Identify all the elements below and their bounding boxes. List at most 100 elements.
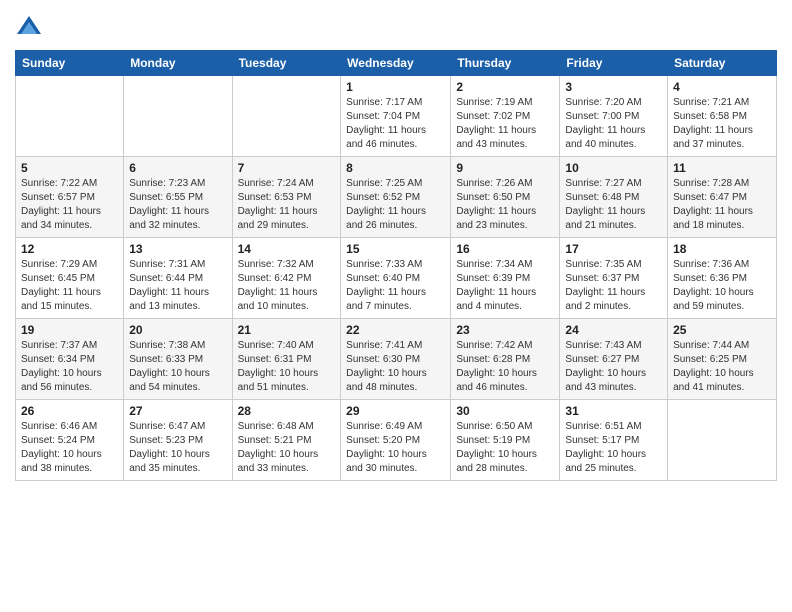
day-cell: 28 Sunrise: 6:48 AM Sunset: 5:21 PM Dayli… (232, 400, 341, 481)
day-number: 13 (129, 242, 226, 256)
logo (15, 14, 47, 42)
day-cell (16, 76, 124, 157)
day-cell: 4Sunrise: 7:21 AM Sunset: 6:58 PM Daylig… (668, 76, 777, 157)
day-cell: 14 Sunrise: 7:32 AM Sunset: 6:42 PM Dayli… (232, 238, 341, 319)
day-number: 6 (129, 161, 226, 175)
weekday-header-monday: Monday (124, 51, 232, 76)
day-info: Sunrise: 7:29 AM Sunset: 6:45 PM Dayligh… (21, 258, 118, 314)
day-number: 28 (238, 404, 336, 418)
day-cell (668, 400, 777, 481)
day-cell: 27 Sunrise: 6:47 AM Sunset: 5:23 PM Dayli… (124, 400, 232, 481)
weekday-header-sunday: Sunday (16, 51, 124, 76)
day-cell: 2 Sunrise: 7:19 AM Sunset: 7:02 PM Daylig… (451, 76, 560, 157)
day-number: 7 (238, 161, 336, 175)
day-number: 3 (565, 80, 662, 94)
day-cell: 21Sunrise: 7:40 AM Sunset: 6:31 PM Dayli… (232, 319, 341, 400)
day-cell: 29 Sunrise: 6:49 AM Sunset: 5:20 PM Dayli… (341, 400, 451, 481)
day-info: Sunrise: 7:25 AM Sunset: 6:52 PM Dayligh… (346, 177, 445, 233)
day-cell: 11Sunrise: 7:28 AM Sunset: 6:47 PM Dayli… (668, 157, 777, 238)
day-number: 31 (565, 404, 662, 418)
day-info: Sunrise: 7:35 AM Sunset: 6:37 PM Dayligh… (565, 258, 662, 314)
day-number: 27 (129, 404, 226, 418)
day-cell: 23Sunrise: 7:42 AM Sunset: 6:28 PM Dayli… (451, 319, 560, 400)
week-row-5: 26Sunrise: 6:46 AM Sunset: 5:24 PM Dayli… (16, 400, 777, 481)
day-info: Sunrise: 7:20 AM Sunset: 7:00 PM Dayligh… (565, 96, 662, 152)
day-number: 12 (21, 242, 118, 256)
day-number: 30 (456, 404, 554, 418)
day-number: 17 (565, 242, 662, 256)
day-number: 8 (346, 161, 445, 175)
day-number: 10 (565, 161, 662, 175)
day-info: Sunrise: 6:49 AM Sunset: 5:20 PM Dayligh… (346, 420, 445, 476)
weekday-header-wednesday: Wednesday (341, 51, 451, 76)
day-number: 9 (456, 161, 554, 175)
day-info: Sunrise: 7:36 AM Sunset: 6:36 PM Dayligh… (673, 258, 771, 314)
day-cell: 26Sunrise: 6:46 AM Sunset: 5:24 PM Dayli… (16, 400, 124, 481)
day-cell (124, 76, 232, 157)
calendar-body: 1Sunrise: 7:17 AM Sunset: 7:04 PM Daylig… (16, 76, 777, 481)
day-cell (232, 76, 341, 157)
day-info: Sunrise: 7:43 AM Sunset: 6:27 PM Dayligh… (565, 339, 662, 395)
day-info: Sunrise: 7:37 AM Sunset: 6:34 PM Dayligh… (21, 339, 118, 395)
weekday-row: SundayMondayTuesdayWednesdayThursdayFrid… (16, 51, 777, 76)
day-number: 21 (238, 323, 336, 337)
day-info: Sunrise: 7:21 AM Sunset: 6:58 PM Dayligh… (673, 96, 771, 152)
day-cell: 1Sunrise: 7:17 AM Sunset: 7:04 PM Daylig… (341, 76, 451, 157)
day-info: Sunrise: 7:27 AM Sunset: 6:48 PM Dayligh… (565, 177, 662, 233)
day-info: Sunrise: 7:19 AM Sunset: 7:02 PM Dayligh… (456, 96, 554, 152)
day-number: 2 (456, 80, 554, 94)
week-row-4: 19Sunrise: 7:37 AM Sunset: 6:34 PM Dayli… (16, 319, 777, 400)
day-number: 22 (346, 323, 445, 337)
day-info: Sunrise: 6:48 AM Sunset: 5:21 PM Dayligh… (238, 420, 336, 476)
day-number: 29 (346, 404, 445, 418)
day-cell: 8 Sunrise: 7:25 AM Sunset: 6:52 PM Daylig… (341, 157, 451, 238)
day-info: Sunrise: 6:47 AM Sunset: 5:23 PM Dayligh… (129, 420, 226, 476)
day-number: 11 (673, 161, 771, 175)
calendar: SundayMondayTuesdayWednesdayThursdayFrid… (15, 50, 777, 481)
day-info: Sunrise: 7:33 AM Sunset: 6:40 PM Dayligh… (346, 258, 445, 314)
day-number: 15 (346, 242, 445, 256)
day-info: Sunrise: 7:41 AM Sunset: 6:30 PM Dayligh… (346, 339, 445, 395)
logo-icon (15, 14, 43, 42)
day-cell: 13 Sunrise: 7:31 AM Sunset: 6:44 PM Dayli… (124, 238, 232, 319)
day-cell: 3 Sunrise: 7:20 AM Sunset: 7:00 PM Daylig… (560, 76, 668, 157)
day-info: Sunrise: 7:42 AM Sunset: 6:28 PM Dayligh… (456, 339, 554, 395)
weekday-header-thursday: Thursday (451, 51, 560, 76)
day-number: 24 (565, 323, 662, 337)
day-number: 25 (673, 323, 771, 337)
day-number: 26 (21, 404, 118, 418)
day-number: 5 (21, 161, 118, 175)
day-info: Sunrise: 7:31 AM Sunset: 6:44 PM Dayligh… (129, 258, 226, 314)
day-cell: 24 Sunrise: 7:43 AM Sunset: 6:27 PM Dayli… (560, 319, 668, 400)
day-cell: 15 Sunrise: 7:33 AM Sunset: 6:40 PM Dayli… (341, 238, 451, 319)
day-cell: 9 Sunrise: 7:26 AM Sunset: 6:50 PM Daylig… (451, 157, 560, 238)
page: SundayMondayTuesdayWednesdayThursdayFrid… (0, 0, 792, 612)
day-cell: 30 Sunrise: 6:50 AM Sunset: 5:19 PM Dayli… (451, 400, 560, 481)
day-cell: 12 Sunrise: 7:29 AM Sunset: 6:45 PM Dayli… (16, 238, 124, 319)
day-cell: 5 Sunrise: 7:22 AM Sunset: 6:57 PM Daylig… (16, 157, 124, 238)
day-cell: 16Sunrise: 7:34 AM Sunset: 6:39 PM Dayli… (451, 238, 560, 319)
week-row-1: 1Sunrise: 7:17 AM Sunset: 7:04 PM Daylig… (16, 76, 777, 157)
weekday-header-friday: Friday (560, 51, 668, 76)
day-info: Sunrise: 7:23 AM Sunset: 6:55 PM Dayligh… (129, 177, 226, 233)
day-info: Sunrise: 6:50 AM Sunset: 5:19 PM Dayligh… (456, 420, 554, 476)
day-cell: 19Sunrise: 7:37 AM Sunset: 6:34 PM Dayli… (16, 319, 124, 400)
day-info: Sunrise: 7:32 AM Sunset: 6:42 PM Dayligh… (238, 258, 336, 314)
day-info: Sunrise: 7:34 AM Sunset: 6:39 PM Dayligh… (456, 258, 554, 314)
day-cell: 10 Sunrise: 7:27 AM Sunset: 6:48 PM Dayli… (560, 157, 668, 238)
week-row-2: 5 Sunrise: 7:22 AM Sunset: 6:57 PM Daylig… (16, 157, 777, 238)
day-info: Sunrise: 7:24 AM Sunset: 6:53 PM Dayligh… (238, 177, 336, 233)
day-number: 14 (238, 242, 336, 256)
day-info: Sunrise: 7:26 AM Sunset: 6:50 PM Dayligh… (456, 177, 554, 233)
weekday-header-saturday: Saturday (668, 51, 777, 76)
day-number: 18 (673, 242, 771, 256)
day-cell: 20Sunrise: 7:38 AM Sunset: 6:33 PM Dayli… (124, 319, 232, 400)
day-cell: 18 Sunrise: 7:36 AM Sunset: 6:36 PM Dayli… (668, 238, 777, 319)
header (15, 10, 777, 42)
day-cell: 22 Sunrise: 7:41 AM Sunset: 6:30 PM Dayli… (341, 319, 451, 400)
day-info: Sunrise: 7:22 AM Sunset: 6:57 PM Dayligh… (21, 177, 118, 233)
day-number: 20 (129, 323, 226, 337)
day-cell: 17 Sunrise: 7:35 AM Sunset: 6:37 PM Dayli… (560, 238, 668, 319)
day-cell: 7 Sunrise: 7:24 AM Sunset: 6:53 PM Daylig… (232, 157, 341, 238)
day-info: Sunrise: 7:17 AM Sunset: 7:04 PM Dayligh… (346, 96, 445, 152)
